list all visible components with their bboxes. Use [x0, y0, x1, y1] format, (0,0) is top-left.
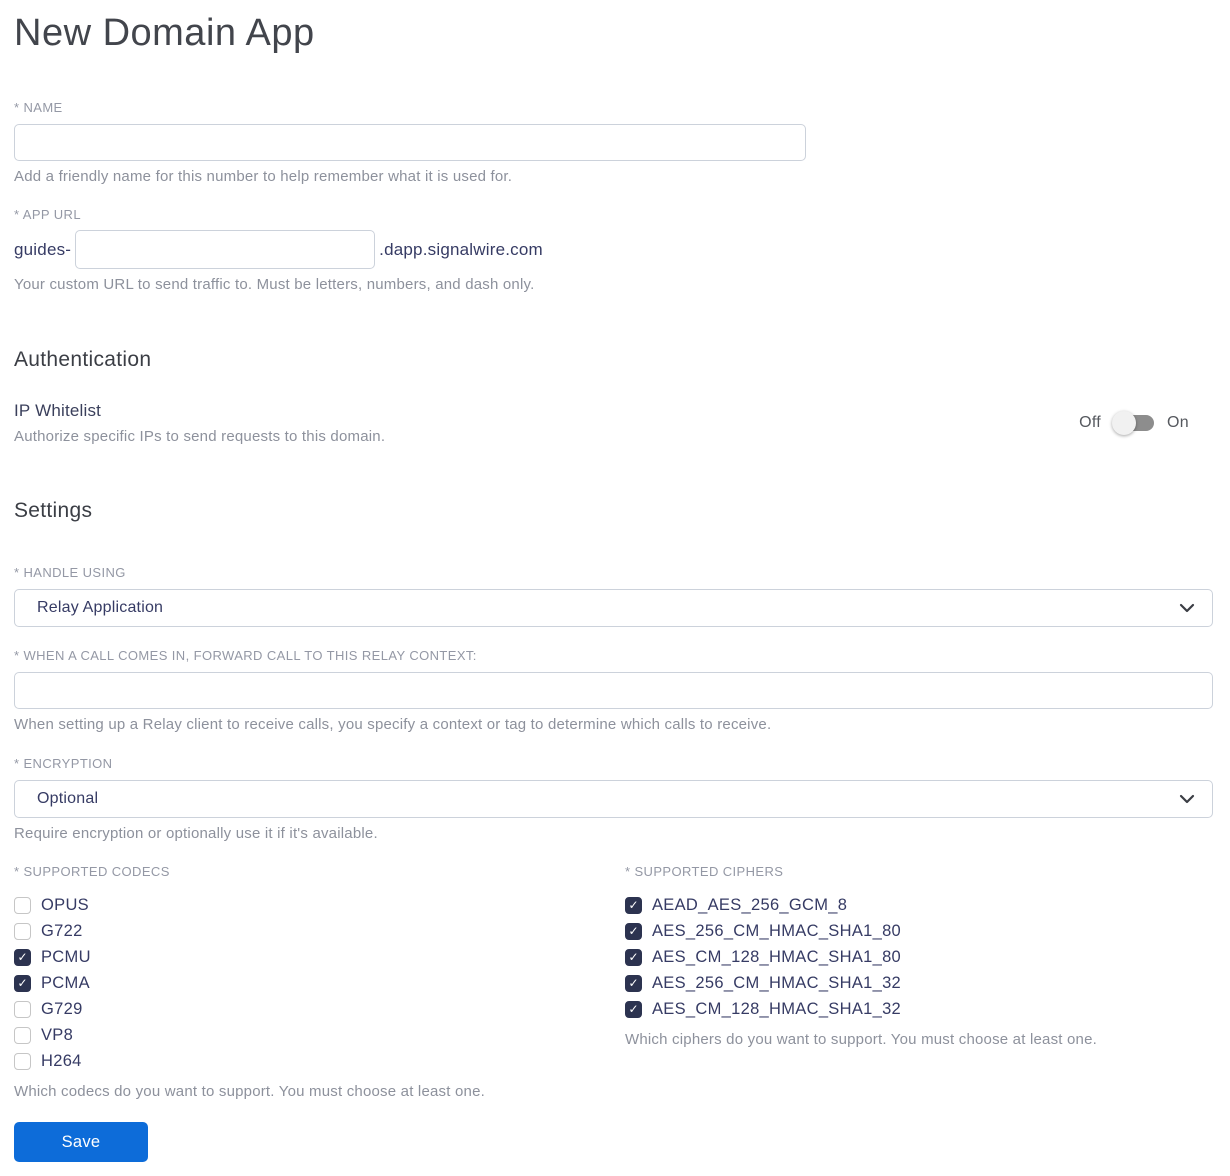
settings-heading: Settings: [14, 499, 93, 522]
new-domain-app-form: New Domain App * NAME Add a friendly nam…: [0, 0, 1230, 1176]
checkbox-icon: [14, 1052, 31, 1070]
app-url-input[interactable]: [75, 230, 376, 269]
ip-whitelist-row: IP Whitelist Authorize specific IPs to s…: [14, 401, 1213, 445]
codec-option-g729[interactable]: G729: [14, 996, 625, 1022]
encryption-value: Optional: [37, 790, 99, 807]
name-input[interactable]: [14, 124, 806, 161]
codec-option-h264[interactable]: H264: [14, 1048, 625, 1074]
codecs-helper-text: Which codecs do you want to support. You…: [14, 1083, 485, 1100]
supported-codecs-group: * SUPPORTED CODECS OPUS G722 PCMU: [14, 864, 625, 1100]
supported-ciphers-group: * SUPPORTED CIPHERS AEAD_AES_256_GCM_8 A…: [625, 864, 1213, 1100]
codec-label: G722: [41, 921, 83, 940]
ip-whitelist-toggle-group: Off On: [1079, 411, 1213, 435]
codec-label: OPUS: [41, 895, 89, 914]
app-url-suffix: .dapp.signalwire.com: [379, 239, 543, 259]
encryption-helper-text: Require encryption or optionally use it …: [14, 825, 378, 842]
relay-context-field-group: * WHEN A CALL COMES IN, FORWARD CALL TO …: [14, 648, 1213, 733]
codec-label: PCMU: [41, 947, 91, 966]
app-url-prefix: guides-: [14, 239, 72, 259]
ip-whitelist-helper-text: Authorize specific IPs to send requests …: [14, 428, 386, 445]
ciphers-list: AEAD_AES_256_GCM_8 AES_256_CM_HMAC_SHA1_…: [625, 892, 1213, 1022]
codec-label: H264: [41, 1051, 82, 1070]
ip-whitelist-label: IP Whitelist: [14, 401, 102, 420]
name-helper-text: Add a friendly name for this number to h…: [14, 168, 513, 185]
authentication-section: Authentication IP Whitelist Authorize sp…: [14, 348, 1213, 445]
checkbox-icon: [625, 922, 642, 940]
checkbox-icon: [14, 1026, 31, 1044]
checkbox-icon: [14, 896, 31, 914]
save-button[interactable]: Save: [14, 1122, 148, 1162]
encryption-label: * ENCRYPTION: [14, 756, 113, 771]
checkbox-icon: [625, 896, 642, 914]
codec-option-pcma[interactable]: PCMA: [14, 970, 625, 996]
codec-option-opus[interactable]: OPUS: [14, 892, 625, 918]
ciphers-helper-text: Which ciphers do you want to support. Yo…: [625, 1031, 1098, 1048]
cipher-label: AES_256_CM_HMAC_SHA1_80: [652, 921, 902, 940]
cipher-label: AEAD_AES_256_GCM_8: [652, 895, 848, 914]
chevron-down-icon: [1179, 600, 1195, 616]
codecs-list: OPUS G722 PCMU PCMA: [14, 892, 625, 1074]
authentication-heading: Authentication: [14, 348, 152, 371]
encryption-select[interactable]: Optional: [14, 780, 1213, 818]
codec-option-vp8[interactable]: VP8: [14, 1022, 625, 1048]
checkbox-icon: [625, 948, 642, 966]
checkbox-icon: [14, 974, 31, 992]
supported-codecs-label: * SUPPORTED CODECS: [14, 864, 170, 879]
codec-label: PCMA: [41, 973, 90, 992]
cipher-label: AES_CM_128_HMAC_SHA1_80: [652, 947, 902, 966]
codec-label: VP8: [41, 1025, 74, 1044]
checkbox-icon: [625, 974, 642, 992]
handle-using-select[interactable]: Relay Application: [14, 589, 1213, 627]
toggle-knob-icon: [1112, 411, 1137, 435]
relay-context-input[interactable]: [14, 672, 1213, 709]
handle-using-field-group: * HANDLE USING Relay Application: [14, 565, 1213, 627]
app-url-row: guides- .dapp.signalwire.com: [14, 230, 1213, 269]
checkbox-icon: [625, 1000, 642, 1018]
cipher-option-aes-cm-128-hmac-sha1-32[interactable]: AES_CM_128_HMAC_SHA1_32: [625, 996, 1213, 1022]
codecs-ciphers-columns: * SUPPORTED CODECS OPUS G722 PCMU: [14, 864, 1213, 1100]
name-label: * NAME: [14, 100, 63, 115]
settings-section: Settings * HANDLE USING Relay Applicatio…: [14, 499, 1213, 1100]
cipher-option-aead-aes-256-gcm-8[interactable]: AEAD_AES_256_GCM_8: [625, 892, 1213, 918]
checkbox-icon: [14, 1000, 31, 1018]
toggle-off-label: Off: [1079, 414, 1102, 431]
checkbox-icon: [14, 948, 31, 966]
chevron-down-icon: [1179, 791, 1195, 807]
cipher-option-aes-256-cm-hmac-sha1-80[interactable]: AES_256_CM_HMAC_SHA1_80: [625, 918, 1213, 944]
handle-using-label: * HANDLE USING: [14, 565, 126, 580]
app-url-helper-text: Your custom URL to send traffic to. Must…: [14, 276, 535, 293]
cipher-label: AES_CM_128_HMAC_SHA1_32: [652, 999, 902, 1018]
app-url-field-group: * APP URL guides- .dapp.signalwire.com Y…: [14, 207, 1213, 293]
codec-label: G729: [41, 999, 83, 1018]
supported-ciphers-label: * SUPPORTED CIPHERS: [625, 864, 784, 879]
page-title: New Domain App: [14, 12, 315, 54]
ip-whitelist-text-block: IP Whitelist Authorize specific IPs to s…: [14, 401, 385, 445]
encryption-field-group: * ENCRYPTION Optional Require encryption…: [14, 756, 1213, 842]
handle-using-value: Relay Application: [37, 599, 164, 616]
cipher-label: AES_256_CM_HMAC_SHA1_32: [652, 973, 902, 992]
app-url-label: * APP URL: [14, 207, 81, 222]
toggle-on-label: On: [1167, 414, 1189, 431]
cipher-option-aes-cm-128-hmac-sha1-80[interactable]: AES_CM_128_HMAC_SHA1_80: [625, 944, 1213, 970]
codec-option-pcmu[interactable]: PCMU: [14, 944, 625, 970]
cipher-option-aes-256-cm-hmac-sha1-32[interactable]: AES_256_CM_HMAC_SHA1_32: [625, 970, 1213, 996]
name-field-group: * NAME Add a friendly name for this numb…: [14, 100, 1213, 185]
relay-context-helper-text: When setting up a Relay client to receiv…: [14, 716, 772, 733]
relay-context-label: * WHEN A CALL COMES IN, FORWARD CALL TO …: [14, 648, 477, 663]
checkbox-icon: [14, 922, 31, 940]
codec-option-g722[interactable]: G722: [14, 918, 625, 944]
ip-whitelist-toggle[interactable]: [1112, 411, 1155, 435]
